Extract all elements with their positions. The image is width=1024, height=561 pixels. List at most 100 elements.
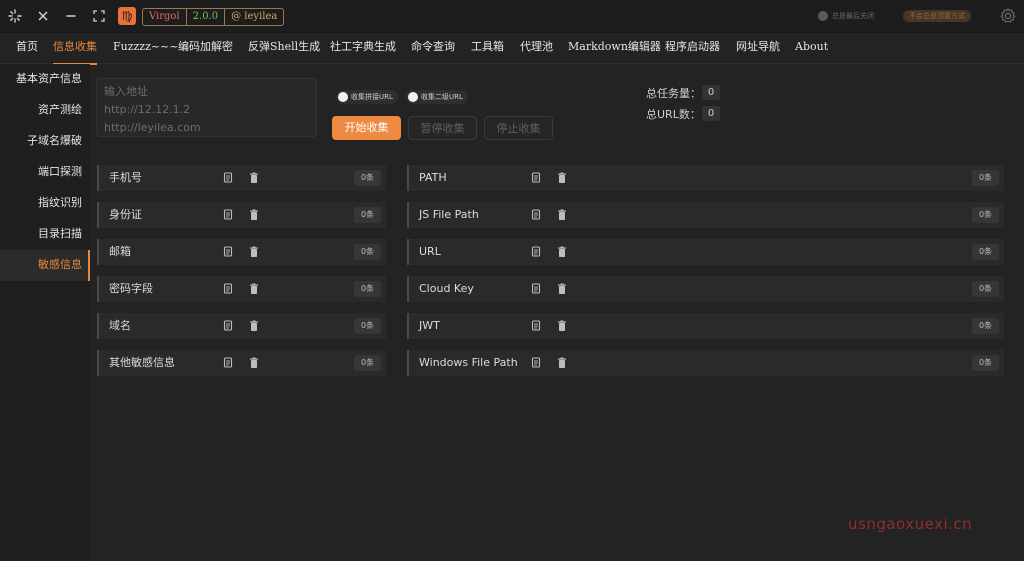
result-count-badge: 0条 bbox=[354, 318, 381, 334]
menu-item-home[interactable]: 首页 bbox=[16, 33, 38, 63]
app-window: ♍ Virgol 2.0.0 @ leyilea 总是最后关闭 不会总是顶置方式… bbox=[0, 0, 1024, 561]
copy-icon[interactable] bbox=[528, 207, 544, 223]
result-row-left-2: 邮箱 0条 bbox=[97, 239, 386, 265]
sidebar-item-subdomain[interactable]: 子域名爆破 bbox=[27, 126, 82, 156]
result-row-right-0: PATH 0条 bbox=[407, 165, 1004, 191]
result-count-badge: 0条 bbox=[972, 170, 999, 186]
toggle-knob bbox=[338, 92, 348, 102]
copy-icon[interactable] bbox=[220, 207, 236, 223]
trash-icon[interactable] bbox=[246, 170, 262, 186]
result-row-label: 其他敏感信息 bbox=[109, 356, 175, 369]
menu-item-command-lookup[interactable]: 命令查询 bbox=[411, 33, 455, 63]
trash-icon[interactable] bbox=[554, 170, 570, 186]
result-row-left-1: 身份证 0条 bbox=[97, 202, 386, 228]
app-version-badge: 2.0.0 bbox=[187, 9, 226, 25]
trash-icon[interactable] bbox=[554, 244, 570, 260]
app-logo-icon: ♍ bbox=[118, 7, 136, 25]
sidebar-item-sensitive-info[interactable]: 敏感信息 bbox=[38, 250, 82, 280]
menu-item-about[interactable]: About bbox=[795, 33, 828, 63]
result-row-right-2: URL 0条 bbox=[407, 239, 1004, 265]
url-input[interactable]: 输入地址 http://12.12.1.2 http://leyilea.com bbox=[96, 78, 317, 137]
copy-icon[interactable] bbox=[220, 355, 236, 371]
result-row-right-5: Windows File Path 0条 bbox=[407, 350, 1004, 376]
result-count-badge: 0条 bbox=[354, 355, 381, 371]
copy-icon[interactable] bbox=[220, 244, 236, 260]
author-badge: @ leyilea bbox=[231, 11, 278, 22]
trash-icon[interactable] bbox=[246, 281, 262, 297]
pause-collect-button[interactable]: 暂停收集 bbox=[408, 116, 477, 140]
total-urls-value: 0 bbox=[702, 106, 720, 121]
menu-item-nav[interactable]: 网址导航 bbox=[736, 33, 780, 63]
toggle-knob bbox=[408, 92, 418, 102]
result-row-left-4: 域名 0条 bbox=[97, 313, 386, 339]
result-row-right-4: JWT 0条 bbox=[407, 313, 1004, 339]
menu-item-encoding[interactable]: 编码加解密 bbox=[178, 33, 233, 63]
result-count-badge: 0条 bbox=[354, 207, 381, 223]
result-row-label: Cloud Key bbox=[419, 282, 474, 295]
toggle-label: 收集二级URL bbox=[421, 93, 463, 101]
result-count-badge: 0条 bbox=[972, 244, 999, 260]
result-count-badge: 0条 bbox=[972, 355, 999, 371]
copy-icon[interactable] bbox=[220, 318, 236, 334]
trash-icon[interactable] bbox=[246, 207, 262, 223]
result-row-label: PATH bbox=[419, 171, 447, 184]
menu-item-launcher[interactable]: 程序启动器 bbox=[665, 33, 720, 63]
trash-icon[interactable] bbox=[246, 244, 262, 260]
trash-icon[interactable] bbox=[554, 355, 570, 371]
menu-item-fuzz[interactable]: Fuzzzz~~~ bbox=[113, 33, 179, 63]
sidebar-item-basic-assets[interactable]: 基本资产信息 bbox=[16, 64, 82, 94]
total-tasks-label: 总任务量： bbox=[646, 87, 701, 100]
menu-item-toolbox[interactable]: 工具箱 bbox=[471, 33, 504, 63]
sidebar-item-dir-scan[interactable]: 目录扫描 bbox=[38, 219, 82, 249]
result-row-left-3: 密码字段 0条 bbox=[97, 276, 386, 302]
trash-icon[interactable] bbox=[246, 355, 262, 371]
trash-icon[interactable] bbox=[554, 318, 570, 334]
close-icon[interactable] bbox=[34, 7, 52, 25]
result-count-badge: 0条 bbox=[972, 318, 999, 334]
total-urls-label: 总URL数： bbox=[646, 108, 701, 121]
copy-icon[interactable] bbox=[220, 170, 236, 186]
minimize-icon[interactable] bbox=[62, 7, 80, 25]
watermark: usngaoxuexi.cn bbox=[848, 515, 973, 533]
copy-icon[interactable] bbox=[528, 318, 544, 334]
menu-item-reverse-shell[interactable]: 反弹Shell生成 bbox=[248, 33, 320, 63]
menu-item-info-gathering[interactable]: 信息收集 bbox=[53, 33, 97, 65]
trash-icon[interactable] bbox=[554, 207, 570, 223]
collect-second-url-toggle[interactable]: 收集二级URL bbox=[406, 90, 468, 104]
menu-item-social-dict[interactable]: 社工字典生成 bbox=[330, 33, 396, 63]
result-row-right-3: Cloud Key 0条 bbox=[407, 276, 1004, 302]
sidebar-item-port-scan[interactable]: 端口探测 bbox=[38, 157, 82, 187]
app-badges: Virgol 2.0.0 @ leyilea bbox=[142, 8, 285, 26]
sidebar-item-fingerprint[interactable]: 指纹识别 bbox=[38, 188, 82, 218]
start-collect-button[interactable]: 开始收集 bbox=[332, 116, 401, 140]
loading-spinner-icon[interactable] bbox=[6, 7, 24, 25]
gear-icon[interactable] bbox=[999, 7, 1017, 25]
sidebar-item-asset-mapping[interactable]: 资产测绘 bbox=[38, 95, 82, 125]
result-row-label: 域名 bbox=[109, 319, 131, 332]
pin-top-toggle[interactable]: 不会总是顶置方式 bbox=[903, 10, 971, 22]
app-name-badge: Virgol bbox=[143, 9, 187, 25]
total-tasks-value: 0 bbox=[702, 85, 720, 100]
copy-icon[interactable] bbox=[528, 281, 544, 297]
copy-icon[interactable] bbox=[528, 244, 544, 260]
copy-icon[interactable] bbox=[528, 355, 544, 371]
trash-icon[interactable] bbox=[554, 281, 570, 297]
copy-icon[interactable] bbox=[220, 281, 236, 297]
toggle-label: 收集拼接URL bbox=[351, 93, 393, 101]
result-count-badge: 0条 bbox=[354, 281, 381, 297]
result-row-label: JS File Path bbox=[419, 208, 479, 221]
fullscreen-icon[interactable] bbox=[90, 7, 108, 25]
trash-icon[interactable] bbox=[246, 318, 262, 334]
result-count-badge: 0条 bbox=[354, 170, 381, 186]
copy-icon[interactable] bbox=[528, 170, 544, 186]
toggle-label: 总是最后关闭 bbox=[832, 12, 874, 20]
sidebar: 基本资产信息 资产测绘 子域名爆破 端口探测 指纹识别 目录扫描 敏感信息 bbox=[0, 64, 90, 561]
menu-item-proxy-pool[interactable]: 代理池 bbox=[520, 33, 553, 63]
close-behavior-toggle[interactable]: 总是最后关闭 bbox=[818, 10, 874, 22]
result-row-label: JWT bbox=[419, 319, 440, 332]
collect-joined-url-toggle[interactable]: 收集拼接URL bbox=[336, 90, 398, 104]
menu-item-markdown[interactable]: Markdown编辑器 bbox=[568, 33, 661, 63]
result-row-label: 邮箱 bbox=[109, 245, 131, 258]
result-row-label: Windows File Path bbox=[419, 356, 518, 369]
stop-collect-button[interactable]: 停止收集 bbox=[484, 116, 553, 140]
